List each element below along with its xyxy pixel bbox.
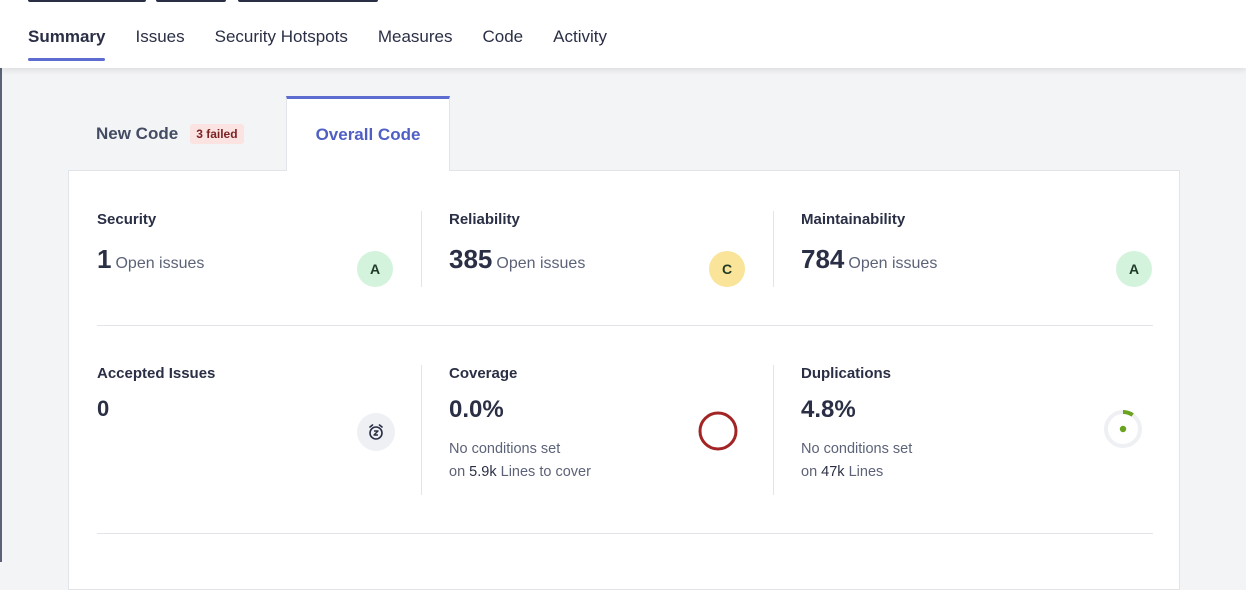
duplications-value[interactable]: 4.8% xyxy=(801,396,912,424)
security-value-row: 1 Open issues xyxy=(97,244,204,275)
maintainability-value[interactable]: 784 xyxy=(801,244,844,274)
duplications-metric: Duplications 4.8% No conditions set on 4… xyxy=(801,365,912,484)
security-metric: Security 1 Open issues xyxy=(97,211,204,275)
snooze-clock-icon xyxy=(357,413,395,451)
coverage-title: Coverage xyxy=(449,365,518,382)
security-grade-badge[interactable]: A xyxy=(357,251,393,287)
security-title: Security xyxy=(97,211,157,228)
nav-summary[interactable]: Summary xyxy=(28,27,106,61)
failed-badge: 3 failed xyxy=(190,123,244,144)
overall-code-card: Security 1 Open issues A Reliability 385 O… xyxy=(68,170,1180,590)
nav-security-hotspots[interactable]: Security Hotspots xyxy=(215,27,348,61)
divider xyxy=(773,365,774,495)
security-value[interactable]: 1 xyxy=(97,244,111,274)
maintainability-grade-badge[interactable]: A xyxy=(1116,251,1152,287)
reliability-title: Reliability xyxy=(449,211,520,228)
nav-measures[interactable]: Measures xyxy=(378,27,453,61)
project-header: Summary Issues Security Hotspots Measure… xyxy=(0,0,1246,68)
coverage-lines-prefix: on xyxy=(449,464,466,480)
reliability-value[interactable]: 385 xyxy=(449,244,492,274)
tab-new-code[interactable]: New Code 3 failed xyxy=(96,96,244,171)
coverage-lines-suffix: Lines to cover xyxy=(500,464,591,480)
duplications-lines-suffix: Lines xyxy=(848,464,884,480)
duplications-title: Duplications xyxy=(801,365,892,382)
maintainability-metric: Maintainability 784 Open issues xyxy=(801,211,937,275)
row-divider xyxy=(97,533,1153,534)
project-title-cutoff xyxy=(28,0,418,4)
security-suffix: Open issues xyxy=(115,255,205,272)
code-period-tabs: New Code 3 failed Overall Code xyxy=(68,96,1180,172)
duplications-conditions: No conditions set xyxy=(801,441,913,457)
accepted-issues-metric: Accepted Issues 0 xyxy=(97,365,215,422)
duplications-lines-prefix: on xyxy=(801,464,818,480)
row-divider xyxy=(97,325,1153,326)
left-rail xyxy=(0,0,2,562)
accepted-issues-title: Accepted Issues xyxy=(97,365,216,382)
tab-overall-code[interactable]: Overall Code xyxy=(286,96,450,171)
nav-code[interactable]: Code xyxy=(483,27,524,61)
coverage-lines: on 5.9k Lines to cover xyxy=(449,461,591,484)
reliability-value-row: 385 Open issues xyxy=(449,244,585,275)
tab-new-code-label: New Code xyxy=(96,123,179,143)
project-nav: Summary Issues Security Hotspots Measure… xyxy=(28,27,637,61)
coverage-value[interactable]: 0.0% xyxy=(449,396,591,424)
maintainability-title: Maintainability xyxy=(801,211,906,228)
divider xyxy=(773,211,774,287)
nav-issues[interactable]: Issues xyxy=(135,27,184,61)
reliability-metric: Reliability 385 Open issues xyxy=(449,211,585,275)
maintainability-value-row: 784 Open issues xyxy=(801,244,937,275)
duplications-gauge-icon[interactable] xyxy=(1101,407,1145,451)
tab-overall-code-label: Overall Code xyxy=(315,125,421,144)
coverage-ring-icon[interactable] xyxy=(696,409,740,453)
reliability-grade: C xyxy=(721,261,733,277)
coverage-conditions: No conditions set xyxy=(449,441,561,457)
security-grade: A xyxy=(369,261,381,277)
maintainability-grade: A xyxy=(1128,261,1140,277)
coverage-lines-value[interactable]: 5.9k xyxy=(469,464,496,480)
nav-activity[interactable]: Activity xyxy=(553,27,607,61)
reliability-suffix: Open issues xyxy=(496,255,586,272)
accepted-issues-value[interactable]: 0 xyxy=(97,396,215,422)
maintainability-suffix: Open issues xyxy=(848,255,938,272)
coverage-metric: Coverage 0.0% No conditions set on 5.9k … xyxy=(449,365,591,484)
alarm-clock-icon xyxy=(369,424,383,440)
duplications-lines-value[interactable]: 47k xyxy=(821,464,844,480)
reliability-grade-badge[interactable]: C xyxy=(709,251,745,287)
duplications-lines: on 47k Lines xyxy=(801,461,912,484)
divider xyxy=(421,365,422,495)
divider xyxy=(421,211,422,287)
